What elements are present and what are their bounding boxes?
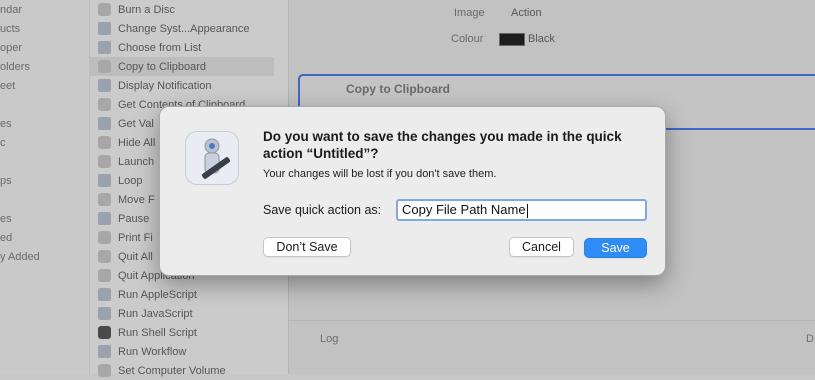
list-item[interactable]: Change Syst...Appearance	[98, 19, 278, 38]
finder-icon	[98, 193, 111, 206]
list-item[interactable]: Run JavaScript	[98, 304, 278, 323]
dialog-title: Do you want to save the changes you made…	[263, 129, 622, 161]
automator-icon	[98, 212, 111, 225]
library-pane: ndar ucts oper olders eet es c ps es ed …	[0, 0, 90, 374]
list-item[interactable]: Set Computer Volume	[98, 361, 278, 380]
save-as-label: Save quick action as:	[263, 203, 382, 217]
finder-icon	[98, 269, 111, 282]
text-caret	[526, 203, 528, 218]
image-select[interactable]: Action	[511, 7, 542, 19]
dont-save-button[interactable]: Don’t Save	[263, 237, 351, 257]
list-item[interactable]: Burn a Disc	[98, 0, 278, 19]
cancel-button[interactable]: Cancel	[509, 237, 574, 257]
image-label: Image	[454, 7, 485, 19]
automator-icon	[98, 345, 111, 358]
automator-icon	[98, 41, 111, 54]
scissors-icon	[98, 98, 111, 111]
finder-icon	[98, 136, 111, 149]
finder-icon	[98, 250, 111, 263]
library-item[interactable]: es	[0, 213, 12, 225]
save-button[interactable]: Save	[584, 238, 647, 258]
library-item[interactable]: ed	[0, 232, 12, 244]
terminal-icon	[98, 326, 111, 339]
scissors-icon	[98, 60, 111, 73]
divider	[289, 320, 815, 321]
automator-icon	[98, 174, 111, 187]
list-item[interactable]: Run AppleScript	[98, 285, 278, 304]
log-column-header[interactable]: D	[806, 333, 814, 345]
automator-icon	[98, 117, 111, 130]
library-item[interactable]: es	[0, 118, 12, 130]
automator-icon	[98, 22, 111, 35]
list-item[interactable]: Copy to Clipboard	[90, 57, 274, 76]
library-item[interactable]: y Added	[0, 251, 40, 263]
library-item[interactable]: ps	[0, 175, 12, 187]
library-item[interactable]: c	[0, 137, 6, 149]
list-item[interactable]: Display Notification	[98, 76, 278, 95]
library-item[interactable]: eet	[0, 80, 15, 92]
colour-swatch[interactable]	[499, 33, 525, 46]
colour-select[interactable]: Black	[528, 33, 555, 45]
dialog-message: Your changes will be lost if you don't s…	[263, 168, 497, 180]
log-label[interactable]: Log	[320, 333, 338, 345]
speaker-icon	[98, 364, 111, 377]
save-dialog: Do you want to save the changes you made…	[159, 106, 666, 276]
automator-icon	[98, 307, 111, 320]
list-item[interactable]: Run Workflow	[98, 342, 278, 361]
save-as-value: Copy File Path Name	[402, 202, 526, 217]
colour-label: Colour	[451, 33, 484, 45]
automator-icon	[98, 288, 111, 301]
finder-icon	[98, 155, 111, 168]
disc-icon	[98, 3, 111, 16]
list-item[interactable]: Choose from List	[98, 38, 278, 57]
save-as-input[interactable]: Copy File Path Name	[396, 199, 647, 221]
action-title: Copy to Clipboard	[346, 82, 450, 96]
library-item[interactable]: olders	[0, 61, 30, 73]
automator-icon	[98, 79, 111, 92]
finder-icon	[98, 231, 111, 244]
library-item[interactable]: ndar	[0, 4, 22, 16]
library-item[interactable]: oper	[0, 42, 22, 54]
automator-app-icon	[185, 131, 239, 185]
library-item[interactable]: ucts	[0, 23, 20, 35]
list-item[interactable]: Run Shell Script	[98, 323, 278, 342]
